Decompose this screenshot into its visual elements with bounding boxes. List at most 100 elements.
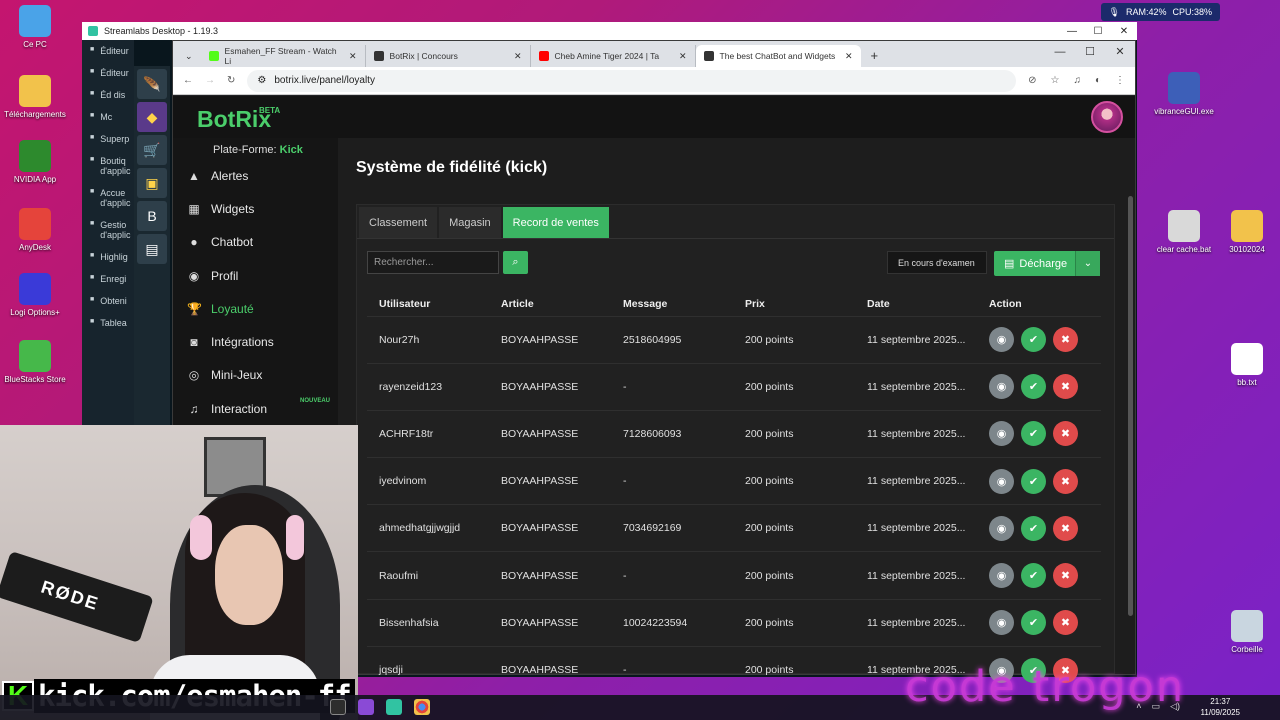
- browser-tab[interactable]: Cheb Amine Tiger 2024 | Ta ✕: [531, 45, 696, 67]
- desktop-icon-label: Téléchargements: [4, 110, 66, 119]
- browser-minimize-button[interactable]: —: [1045, 41, 1075, 63]
- status-select[interactable]: En cours d'examen: [887, 251, 987, 274]
- maximize-button[interactable]: ☐: [1085, 26, 1111, 37]
- tab-classement[interactable]: Classement: [359, 207, 438, 238]
- view-button[interactable]: ◉: [989, 468, 1014, 494]
- approve-button[interactable]: ✔: [1021, 421, 1046, 447]
- tab-close-icon[interactable]: ✕: [679, 51, 687, 62]
- desktop-icon[interactable]: AnyDesk: [0, 208, 70, 252]
- desktop-icon[interactable]: Corbeille: [1212, 610, 1280, 654]
- new-tab-button[interactable]: +: [861, 48, 889, 67]
- desktop-icon[interactable]: Ce PC: [0, 5, 70, 49]
- tab-list-icon[interactable]: ⌄: [177, 51, 201, 67]
- approve-button[interactable]: ✔: [1021, 327, 1046, 353]
- browser-close-button[interactable]: ✕: [1105, 41, 1135, 63]
- download-dropdown-button[interactable]: ⌄: [1075, 251, 1100, 276]
- app-thumb[interactable]: ◆: [137, 102, 167, 132]
- desktop-icon[interactable]: 30102024: [1212, 210, 1280, 254]
- app-thumb[interactable]: ▣: [137, 168, 167, 198]
- eye-off-icon[interactable]: ⊘: [1028, 75, 1036, 86]
- approve-button[interactable]: ✔: [1021, 468, 1046, 494]
- desktop-icon[interactable]: bb.txt: [1212, 343, 1280, 387]
- search-input[interactable]: Rechercher...: [367, 251, 499, 274]
- tab-record-de-ventes[interactable]: Record de ventes: [502, 207, 609, 238]
- view-button[interactable]: ◉: [989, 563, 1014, 589]
- reject-button[interactable]: ✖: [1053, 327, 1078, 353]
- reject-button[interactable]: ✖: [1053, 610, 1078, 636]
- nav-item-interaction[interactable]: ♫ Interaction NOUVEAU: [173, 392, 338, 425]
- desktop-icon[interactable]: NVIDIA App: [0, 140, 70, 184]
- site-info-icon[interactable]: ⚙: [257, 75, 266, 86]
- view-button[interactable]: ◉: [989, 610, 1014, 636]
- close-button[interactable]: ✕: [1111, 26, 1137, 37]
- search-button[interactable]: ⌕: [503, 251, 528, 274]
- user-avatar[interactable]: [1091, 101, 1123, 133]
- nav-item-loyauté[interactable]: 🏆 Loyauté: [173, 292, 338, 325]
- page-scrollbar[interactable]: [1128, 196, 1133, 616]
- browser-tab[interactable]: The best ChatBot and Widgets ✕: [695, 45, 861, 67]
- download-button[interactable]: ▤ Décharge: [994, 251, 1075, 276]
- reject-button[interactable]: ✖: [1053, 468, 1078, 494]
- desktop-icon[interactable]: Logi Options+: [0, 273, 70, 317]
- reject-button[interactable]: ✖: [1053, 515, 1078, 541]
- app-thumb[interactable]: 🛒: [137, 135, 167, 165]
- approve-button[interactable]: ✔: [1021, 563, 1046, 589]
- tab-close-icon[interactable]: ✕: [845, 51, 853, 62]
- nav-item-intégrations[interactable]: ◙ Intégrations: [173, 325, 338, 358]
- streamlabs-sidebar-item[interactable]: ■ Éditeur: [82, 62, 134, 84]
- tab-magasin[interactable]: Magasin: [439, 207, 501, 238]
- streamlabs-sidebar-item[interactable]: ■ Superp: [82, 128, 134, 150]
- approve-button[interactable]: ✔: [1021, 374, 1046, 400]
- nav-item-chatbot[interactable]: ● Chatbot: [173, 226, 338, 259]
- app-thumb[interactable]: ▤: [137, 234, 167, 264]
- streamlabs-sidebar-item[interactable]: ■ Obteni: [82, 290, 134, 312]
- nav-item-widgets[interactable]: ▦ Widgets: [173, 192, 338, 225]
- star-icon[interactable]: ☆: [1050, 75, 1059, 86]
- streamlabs-sidebar-item[interactable]: ■ Accue d'applic: [82, 182, 134, 214]
- streamlabs-sidebar-item[interactable]: ■ Tablea: [82, 312, 134, 334]
- browser-tab[interactable]: BotRix | Concours ✕: [366, 45, 531, 67]
- streamlabs-sidebar-item[interactable]: ■ Mc: [82, 106, 134, 128]
- view-button[interactable]: ◉: [989, 327, 1014, 353]
- streamlabs-sidebar-item[interactable]: ■ Enregi: [82, 268, 134, 290]
- app-thumb[interactable]: 🪶: [137, 69, 167, 99]
- menu-icon[interactable]: ⋮: [1115, 75, 1125, 86]
- view-button[interactable]: ◉: [989, 515, 1014, 541]
- streamlabs-sidebar-item[interactable]: ■ Highlig: [82, 246, 134, 268]
- reload-icon[interactable]: ↻: [227, 75, 235, 86]
- approve-button[interactable]: ✔: [1021, 610, 1046, 636]
- tab-close-icon[interactable]: ✕: [349, 51, 357, 62]
- streamlabs-sidebar-item[interactable]: ■ Éd dis: [82, 84, 134, 106]
- view-button[interactable]: ◉: [989, 421, 1014, 447]
- url-field[interactable]: ⚙ botrix.live/panel/loyalty: [247, 69, 1017, 92]
- app-thumb[interactable]: B: [137, 201, 167, 231]
- nav-item-profil[interactable]: ◉ Profil: [173, 259, 338, 292]
- nav-item-mini-jeux[interactable]: ◎ Mini-Jeux: [173, 359, 338, 392]
- media-icon[interactable]: ♫: [1073, 75, 1081, 86]
- browser-maximize-button[interactable]: ☐: [1075, 41, 1105, 63]
- taskbar-clock[interactable]: 21:37 11/09/2025: [1201, 696, 1240, 718]
- reject-button[interactable]: ✖: [1053, 421, 1078, 447]
- profile-icon[interactable]: ◐: [1095, 75, 1101, 86]
- streamlabs-taskbar-icon[interactable]: [386, 699, 402, 715]
- forward-icon[interactable]: →: [205, 75, 215, 86]
- nav-item-alertes[interactable]: ▲ Alertes: [173, 159, 338, 192]
- streamlabs-sidebar-item[interactable]: ■ Éditeur: [82, 40, 134, 62]
- chrome-taskbar-icon[interactable]: [414, 699, 430, 715]
- desktop-icon[interactable]: BlueStacks Store: [0, 340, 70, 384]
- back-icon[interactable]: ←: [183, 75, 193, 86]
- view-button[interactable]: ◉: [989, 374, 1014, 400]
- tab-close-icon[interactable]: ✕: [514, 51, 522, 62]
- taskbar-app-icon[interactable]: [330, 699, 346, 715]
- reject-button[interactable]: ✖: [1053, 563, 1078, 589]
- minimize-button[interactable]: —: [1059, 26, 1085, 37]
- desktop-icon[interactable]: Téléchargements: [0, 75, 70, 119]
- desktop-icon[interactable]: clear cache.bat: [1149, 210, 1219, 254]
- reject-button[interactable]: ✖: [1053, 374, 1078, 400]
- streamlabs-sidebar-item[interactable]: ■ Gestio d'applic: [82, 214, 134, 246]
- streamlabs-sidebar-item[interactable]: ■ Boutiq d'applic: [82, 150, 134, 182]
- approve-button[interactable]: ✔: [1021, 515, 1046, 541]
- browser-tab[interactable]: Esmahen_FF Stream - Watch Li ✕: [201, 45, 366, 67]
- taskbar-app-icon[interactable]: [358, 699, 374, 715]
- desktop-icon[interactable]: vibranceGUI.exe: [1149, 72, 1219, 116]
